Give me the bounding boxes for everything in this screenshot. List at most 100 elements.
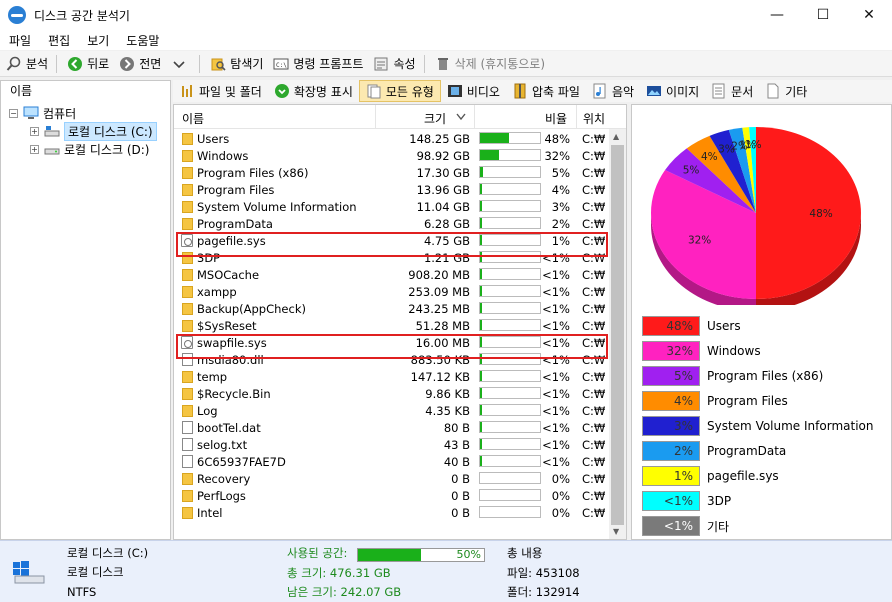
legend-item: 3% System Volume Information bbox=[642, 416, 873, 436]
images-button[interactable]: 이미지 bbox=[640, 80, 705, 102]
forward-button[interactable]: 전면 bbox=[115, 53, 165, 75]
row-location: C:₩ bbox=[582, 387, 606, 401]
legend-label: 기타 bbox=[707, 519, 730, 534]
pie-slice-label: 5% bbox=[683, 164, 700, 176]
table-row[interactable]: Users 148.25 GB 48% C:₩ bbox=[174, 130, 626, 147]
row-percent: <1% bbox=[542, 455, 570, 469]
row-ratio-fill bbox=[480, 422, 482, 432]
column-header-location[interactable]: 위치 bbox=[583, 110, 605, 127]
legend-item: 5% Program Files (x86) bbox=[642, 366, 823, 386]
row-name: $Recycle.Bin bbox=[197, 387, 271, 401]
back-button[interactable]: 뒤로 bbox=[63, 53, 113, 75]
table-row[interactable]: PerfLogs 0 B 0% C:₩ bbox=[174, 487, 626, 504]
search-icon bbox=[6, 56, 21, 71]
documents-icon bbox=[367, 84, 381, 99]
file-icon bbox=[182, 438, 193, 451]
menu-help[interactable]: 도움말 bbox=[117, 32, 167, 49]
all-types-button[interactable]: 모든 유형 bbox=[358, 80, 441, 102]
show-extensions-button[interactable]: 확장명 표시 bbox=[268, 80, 359, 102]
row-name: Users bbox=[197, 132, 230, 146]
table-row[interactable]: temp 147.12 KB <1% C:₩ bbox=[174, 368, 626, 385]
row-name: xampp bbox=[197, 285, 237, 299]
menu-view[interactable]: 보기 bbox=[78, 32, 117, 49]
scroll-down-icon[interactable]: ▼ bbox=[613, 527, 619, 536]
collapse-toggle-icon[interactable]: − bbox=[9, 108, 18, 118]
folder-icon bbox=[182, 269, 193, 281]
table-row[interactable]: Program Files (x86) 17.30 GB 5% C:₩ bbox=[174, 164, 626, 181]
table-row[interactable]: xampp 253.09 MB <1% C:₩ bbox=[174, 283, 626, 300]
table-row[interactable]: bootTel.dat 80 B <1% C:₩ bbox=[174, 419, 626, 436]
properties-button[interactable]: 속성 bbox=[369, 53, 419, 75]
scroll-up-icon[interactable]: ▲ bbox=[613, 132, 619, 141]
table-row[interactable]: Backup(AppCheck) 243.25 MB <1% C:₩ bbox=[174, 300, 626, 317]
row-ratio-bar bbox=[479, 217, 541, 229]
row-location: C:₩ bbox=[582, 421, 606, 435]
legend-swatch: 5% bbox=[642, 366, 700, 386]
row-size: 148.25 GB bbox=[409, 132, 470, 146]
column-divider[interactable] bbox=[375, 105, 376, 129]
column-header-name[interactable]: 이름 bbox=[182, 110, 204, 127]
archive-button[interactable]: 압축 파일 bbox=[506, 80, 586, 102]
row-size: 17.30 GB bbox=[416, 166, 470, 180]
tree-item-computer[interactable]: − 컴퓨터 bbox=[9, 104, 76, 122]
table-row[interactable]: Log 4.35 KB <1% C:₩ bbox=[174, 402, 626, 419]
documents-button[interactable]: 문서 bbox=[705, 80, 759, 102]
row-percent: <1% bbox=[542, 285, 570, 299]
expand-toggle-icon[interactable]: + bbox=[30, 126, 39, 136]
file-list-header: 이름 크기 비율 위치 bbox=[174, 105, 626, 129]
menu-file[interactable]: 파일 bbox=[0, 32, 39, 49]
command-prompt-button[interactable]: C:\ 명령 프롬프트 bbox=[269, 53, 367, 75]
row-ratio-bar bbox=[479, 200, 541, 212]
expand-toggle-icon[interactable]: + bbox=[30, 144, 39, 154]
folder-icon bbox=[182, 320, 193, 332]
history-dropdown-button[interactable] bbox=[167, 53, 195, 75]
column-header-ratio[interactable]: 비율 bbox=[545, 110, 567, 127]
scrollbar-thumb[interactable] bbox=[611, 145, 624, 525]
video-button[interactable]: 비디오 bbox=[441, 80, 506, 102]
legend-label: System Volume Information bbox=[707, 419, 874, 433]
minimize-button[interactable]: — bbox=[754, 0, 800, 30]
row-name: MSOCache bbox=[197, 268, 260, 282]
pie-chart: 48%32%5%4%3%2%1%1% bbox=[651, 127, 861, 311]
svg-text:C:\: C:\ bbox=[276, 62, 287, 69]
vertical-scrollbar[interactable]: ▲ ▼ bbox=[609, 129, 626, 539]
column-divider[interactable] bbox=[576, 105, 577, 129]
tree-item-drive-d[interactable]: + 로컬 디스크 (D:) bbox=[30, 140, 149, 158]
row-name: Windows bbox=[197, 149, 249, 163]
analyze-button[interactable]: 분석 bbox=[2, 53, 52, 75]
explorer-button[interactable]: 탐색기 bbox=[206, 53, 267, 75]
row-name: Backup(AppCheck) bbox=[197, 302, 306, 316]
table-row[interactable]: Program Files 13.96 GB 4% C:₩ bbox=[174, 181, 626, 198]
windows-drive-icon bbox=[13, 561, 45, 584]
table-row[interactable]: $SysReset 51.28 MB <1% C:₩ bbox=[174, 317, 626, 334]
row-location: C:₩ bbox=[582, 166, 606, 180]
highlight-box-pagefile bbox=[176, 232, 608, 257]
table-row[interactable]: System Volume Information 11.04 GB 3% C:₩ bbox=[174, 198, 626, 215]
column-divider[interactable] bbox=[474, 105, 475, 129]
table-row[interactable]: ProgramData 6.28 GB 2% C:₩ bbox=[174, 215, 626, 232]
files-and-folders-button[interactable]: 파일 및 폴더 bbox=[173, 80, 268, 102]
folder-icon bbox=[182, 167, 193, 179]
table-row[interactable]: MSOCache 908.20 MB <1% C:₩ bbox=[174, 266, 626, 283]
table-row[interactable]: selog.txt 43 B <1% C:₩ bbox=[174, 436, 626, 453]
maximize-button[interactable]: ☐ bbox=[800, 0, 846, 30]
folder-icon bbox=[182, 150, 193, 162]
row-ratio-fill bbox=[480, 269, 482, 279]
table-row[interactable]: $Recycle.Bin 9.86 KB <1% C:₩ bbox=[174, 385, 626, 402]
column-header-size[interactable]: 크기 bbox=[424, 110, 446, 127]
row-percent: <1% bbox=[542, 319, 570, 333]
close-button[interactable]: ✕ bbox=[846, 0, 892, 30]
status-bar: 로컬 디스크 (C:) 로컬 디스크 NTFS 사용된 공간: 50% 총 크기… bbox=[0, 540, 892, 602]
table-row[interactable]: Intel 0 B 0% C:₩ bbox=[174, 504, 626, 521]
row-size: 908.20 MB bbox=[408, 268, 470, 282]
table-row[interactable]: Windows 98.92 GB 32% C:₩ bbox=[174, 147, 626, 164]
file-icon bbox=[182, 455, 193, 468]
menu-edit[interactable]: 편집 bbox=[39, 32, 78, 49]
table-row[interactable]: Recovery 0 B 0% C:₩ bbox=[174, 470, 626, 487]
row-ratio-bar bbox=[479, 149, 541, 161]
table-row[interactable]: 6C65937FAE7D 40 B <1% C:₩ bbox=[174, 453, 626, 470]
other-button[interactable]: 기타 bbox=[759, 80, 813, 102]
music-button[interactable]: 음악 bbox=[586, 80, 640, 102]
tree-item-drive-c[interactable]: + 로컬 디스크 (C:) bbox=[30, 121, 157, 141]
delete-button[interactable]: 삭제 (휴지통으로) bbox=[431, 53, 549, 75]
